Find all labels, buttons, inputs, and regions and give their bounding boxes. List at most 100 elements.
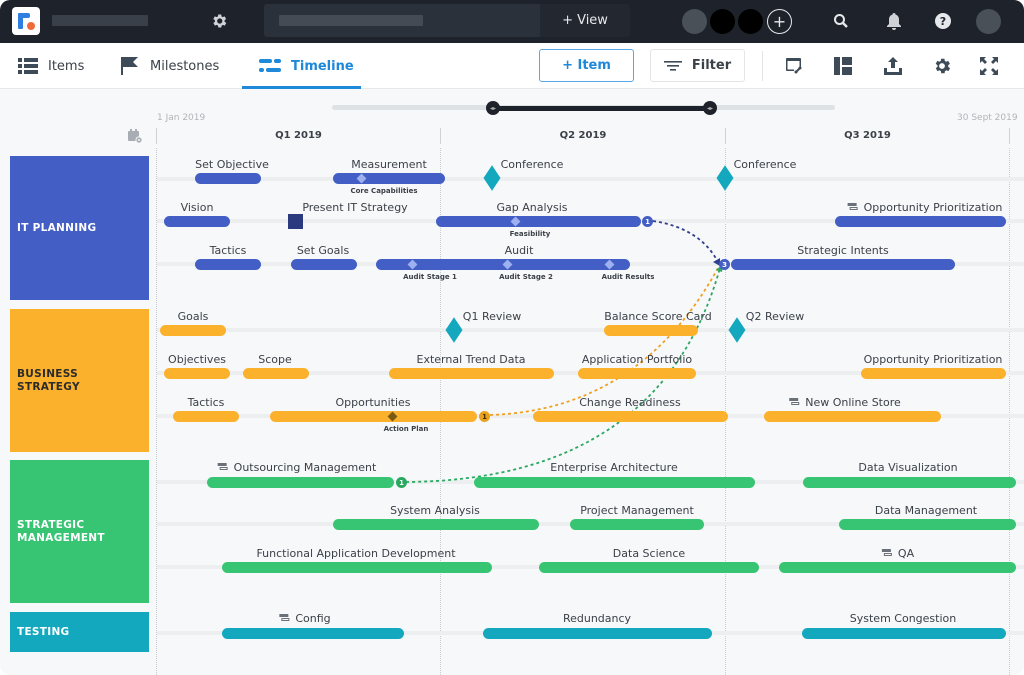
timeline-bar[interactable] xyxy=(164,216,230,227)
timeline-bar[interactable] xyxy=(731,259,955,270)
zoom-range-selection[interactable] xyxy=(493,106,710,111)
tab-items-label: Items xyxy=(48,58,85,74)
item-label: Outsourcing Management xyxy=(217,461,376,474)
tab-milestones[interactable]: Milestones xyxy=(120,43,219,89)
range-start-handle[interactable]: ◂▸ xyxy=(486,101,500,115)
item-label: Tactics xyxy=(187,396,225,409)
top-bar: + View + ? xyxy=(0,0,1024,43)
lane-strategic-management[interactable]: STRATEGIC MANAGEMENT xyxy=(10,460,149,603)
item-label: Strategic Intents xyxy=(797,244,889,257)
timeline-bar[interactable] xyxy=(861,368,1006,379)
lane-business-strategy[interactable]: BUSINESS STRATEGY xyxy=(10,309,149,452)
timeline-bar[interactable] xyxy=(160,325,226,336)
add-view-button[interactable]: + View xyxy=(540,4,630,37)
milestone-label: Conference xyxy=(733,158,797,171)
timeline-bar[interactable] xyxy=(779,562,1016,573)
flag-icon xyxy=(120,56,140,76)
linked-item-icon xyxy=(217,463,229,471)
range-end-handle[interactable]: ◂▸ xyxy=(703,101,717,115)
timeline-bar[interactable] xyxy=(333,519,539,530)
milestone-diamond[interactable] xyxy=(716,165,734,191)
timeline-bar[interactable] xyxy=(474,477,755,488)
user-avatar[interactable] xyxy=(976,9,1001,34)
timeline-bar[interactable] xyxy=(243,368,309,379)
item-label: External Trend Data xyxy=(416,353,526,366)
search-icon[interactable] xyxy=(830,10,852,32)
help-icon[interactable]: ? xyxy=(932,10,954,32)
export-icon[interactable] xyxy=(882,55,904,77)
filter-button[interactable]: Filter xyxy=(650,49,745,82)
calendar-settings-icon[interactable] xyxy=(127,128,143,148)
item-label: Project Management xyxy=(580,504,694,517)
add-item-button[interactable]: + Item xyxy=(539,49,634,82)
timeline-start-date: 1 Jan 2019 xyxy=(157,113,206,123)
item-label: Change Readiness xyxy=(579,396,681,409)
milestone-diamond[interactable] xyxy=(728,317,746,343)
timeline-bar[interactable] xyxy=(164,368,230,379)
timeline-bar[interactable] xyxy=(207,477,394,488)
sub-milestone-label: Audit Results xyxy=(601,273,655,281)
item-label: Config xyxy=(279,612,331,625)
milestone-diamond[interactable] xyxy=(483,165,501,191)
add-member-icon[interactable]: + xyxy=(767,9,792,34)
view-toolbar: Items Milestones Timeline + Item Filter xyxy=(0,43,1024,89)
square-milestone[interactable] xyxy=(288,214,303,229)
tab-timeline[interactable]: Timeline xyxy=(259,43,354,89)
item-label: Enterprise Architecture xyxy=(550,461,678,474)
timeline-bar[interactable] xyxy=(222,562,492,573)
sub-milestone-label: Audit Stage 2 xyxy=(499,273,553,281)
fullscreen-icon[interactable] xyxy=(978,55,1000,77)
timeline-bar[interactable] xyxy=(802,628,1006,639)
timeline-bar[interactable] xyxy=(291,259,357,270)
item-label: Objectives xyxy=(168,353,226,366)
timeline-bar[interactable] xyxy=(222,628,404,639)
item-label: QA xyxy=(881,547,914,560)
item-label: Opportunity Prioritization xyxy=(863,353,1003,366)
settings-icon[interactable] xyxy=(208,10,230,32)
timeline-bar[interactable] xyxy=(195,173,261,184)
timeline-bar[interactable] xyxy=(333,173,445,184)
timeline-bar[interactable] xyxy=(539,562,759,573)
timeline-bar[interactable] xyxy=(764,411,941,422)
item-label: System Analysis xyxy=(390,504,480,517)
linked-view-icon[interactable] xyxy=(784,55,806,77)
layout-icon[interactable] xyxy=(832,55,854,77)
timeline-bar[interactable] xyxy=(389,368,554,379)
timeline-bar[interactable] xyxy=(195,259,261,270)
item-label: Gap Analysis xyxy=(496,201,568,214)
settings-icon[interactable] xyxy=(931,55,953,77)
timeline-bar[interactable] xyxy=(436,216,641,227)
timeline-bar[interactable] xyxy=(533,411,728,422)
avatar[interactable] xyxy=(738,9,763,34)
milestone-diamond[interactable] xyxy=(445,317,463,343)
lane-it-planning[interactable]: IT PLANNING xyxy=(10,156,149,300)
item-label: Opportunity Prioritization xyxy=(847,201,1002,214)
avatar[interactable] xyxy=(710,9,735,34)
timeline-bar[interactable] xyxy=(578,368,696,379)
sub-milestone-label: Feasibility xyxy=(509,230,551,238)
timeline-bar[interactable] xyxy=(835,216,1006,227)
timeline-bar[interactable] xyxy=(483,628,712,639)
item-label: Redundancy xyxy=(562,612,632,625)
timeline-bar[interactable] xyxy=(173,411,239,422)
dependency-badge[interactable]: 1 xyxy=(642,216,653,227)
dependency-badge[interactable]: 1 xyxy=(396,477,407,488)
sub-milestone-label: Core Capabilities xyxy=(350,187,418,195)
app-window: + View + ? Items Milestones Timeline + I… xyxy=(0,0,1024,675)
lane-testing[interactable]: TESTING xyxy=(10,612,149,652)
linked-item-icon xyxy=(789,398,800,406)
app-logo[interactable] xyxy=(12,7,40,35)
timeline-bar[interactable] xyxy=(803,477,1016,488)
dependency-badge[interactable]: 3 xyxy=(719,259,730,270)
notifications-icon[interactable] xyxy=(883,10,905,32)
timeline-bar[interactable] xyxy=(270,411,477,422)
avatar[interactable] xyxy=(682,9,707,34)
tab-items[interactable]: Items xyxy=(18,43,84,89)
timeline-bar[interactable] xyxy=(839,519,1016,530)
dependency-line xyxy=(652,220,719,263)
timeline-bar[interactable] xyxy=(604,325,698,336)
timeline-bar[interactable] xyxy=(570,519,704,530)
dependency-badge[interactable]: 1 xyxy=(479,411,490,422)
item-label: Present IT Strategy xyxy=(302,201,408,214)
item-label: Application Portfolio xyxy=(581,353,693,366)
